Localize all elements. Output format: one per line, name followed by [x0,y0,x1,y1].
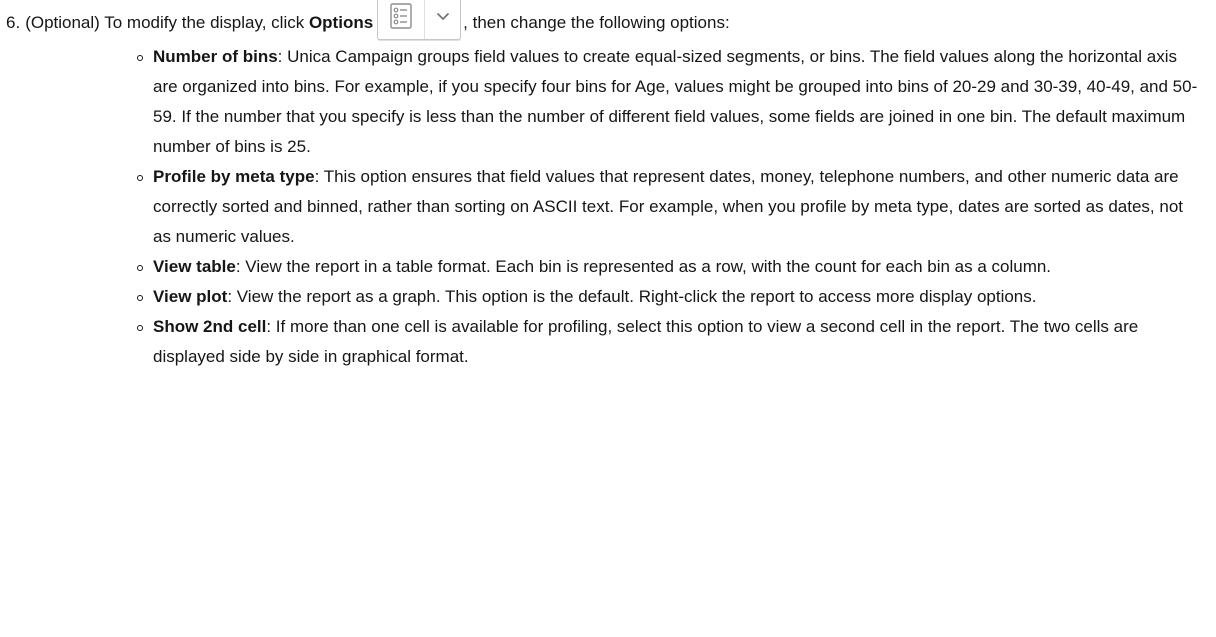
option-view-table: View table: View the report in a table f… [135,252,1205,282]
option-description: : View the report as a graph. This optio… [227,287,1037,306]
step-6: 6. (Optional) To modify the display, cli… [6,0,1206,372]
option-term: Show 2nd cell [153,317,267,336]
options-label: Options [308,13,374,32]
step-intro-line: 6. (Optional) To modify the display, cli… [6,0,1206,40]
option-term: Number of bins [153,47,278,66]
option-description: : View the report in a table format. Eac… [235,257,1052,276]
chevron-down-icon [425,0,460,39]
options-list: Number of bins: Unica Campaign groups fi… [135,42,1205,372]
option-description: : Unica Campaign groups field values to … [153,47,1198,156]
step-number: 6. [6,13,21,32]
option-term: View table [153,257,236,276]
option-profile-by-meta-type: Profile by meta type: This option ensure… [135,162,1205,252]
option-show-2nd-cell: Show 2nd cell: If more than one cell is … [135,312,1205,372]
option-view-plot: View plot: View the report as a graph. T… [135,282,1205,312]
step-intro-text-after: , then change the following options: [463,13,730,32]
step-intro-text: (Optional) To modify the display, click [25,13,309,32]
option-term: View plot [153,287,228,306]
option-term: Profile by meta type [153,167,315,186]
option-number-of-bins: Number of bins: Unica Campaign groups fi… [135,42,1205,162]
option-description: : If more than one cell is available for… [153,317,1139,366]
options-button[interactable] [377,0,462,40]
list-options-icon [378,0,426,39]
